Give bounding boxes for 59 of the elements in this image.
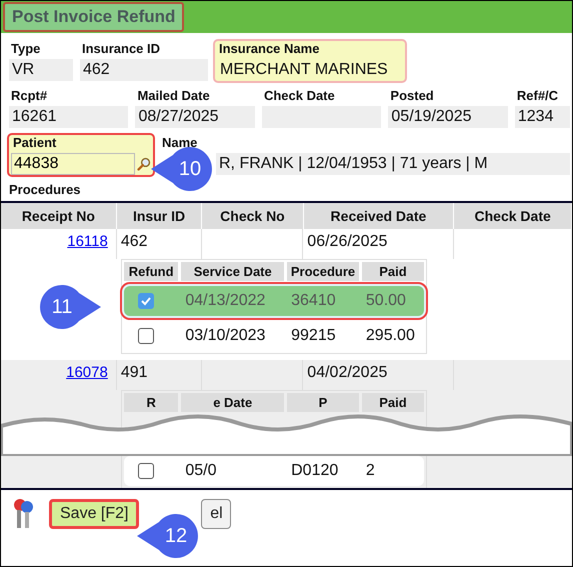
- field-label: Type: [10, 41, 42, 56]
- table-cell-text: 2: [364, 462, 376, 480]
- column-header: Check Date: [454, 203, 572, 229]
- field-value: 1234: [514, 106, 570, 128]
- step-callout: 11: [39, 285, 101, 329]
- table-cell-text: 05/0: [184, 462, 218, 480]
- field-value: 05/19/2025: [388, 106, 508, 128]
- window-title: Post Invoice Refund: [3, 2, 184, 32]
- field-label: Rcpt#: [10, 88, 48, 103]
- field-label: Ref#/C: [516, 88, 560, 103]
- field-label: Insurance Name: [218, 41, 320, 56]
- field-label: Name: [161, 135, 198, 150]
- table-cell: 04/02/2025: [307, 364, 388, 381]
- column-header: Received Date: [304, 203, 454, 229]
- column-header: Service Date: [181, 262, 284, 281]
- column-header: Procedure: [287, 262, 359, 281]
- field-label: Posted: [389, 88, 435, 103]
- table-cell-text: D0120: [290, 462, 340, 480]
- column-header: Refund: [124, 262, 178, 281]
- table-cell-text: 36410: [290, 292, 337, 310]
- table-cell-text: 03/10/2023: [184, 327, 266, 345]
- refund-checkbox[interactable]: [138, 462, 154, 479]
- step-callout: 12: [137, 514, 199, 558]
- table-cell-text: 295.00: [364, 327, 416, 345]
- column-header: Paid: [362, 393, 424, 412]
- refund-checkbox[interactable]: [138, 328, 154, 344]
- table-cell-text: 50.00: [364, 292, 407, 310]
- receipt-link[interactable]: 16078: [66, 364, 108, 381]
- field-value: VR: [9, 59, 73, 81]
- table-cell: 491: [120, 364, 148, 381]
- refund-checkbox[interactable]: [138, 292, 154, 309]
- column-header: Receipt No: [1, 203, 117, 229]
- table-cell: 462: [120, 233, 148, 250]
- patient-field[interactable]: 44838: [11, 153, 135, 175]
- table-cell: 06/26/2025: [307, 233, 388, 250]
- field-label: Patient: [12, 135, 58, 150]
- column-header: Insur ID: [116, 203, 202, 229]
- field-label: Check Date: [262, 88, 336, 103]
- cancel-button[interactable]: el: [201, 499, 232, 529]
- column-header: P: [287, 393, 359, 412]
- field-label: Insurance ID: [81, 41, 162, 56]
- column-header: e Date: [181, 393, 284, 412]
- receipt-link[interactable]: 16118: [67, 233, 108, 250]
- field-value: 08/27/2025: [135, 106, 255, 128]
- field-value: 16261: [9, 106, 128, 128]
- field-label: Mailed Date: [136, 88, 211, 103]
- table-cell-text: 04/13/2022: [184, 292, 266, 310]
- save-button[interactable]: Save [F2]: [49, 499, 140, 529]
- column-header: Check No: [202, 203, 304, 229]
- checkmark-icon: [140, 294, 152, 307]
- field-value: 462: [80, 59, 208, 81]
- field-value: R, FRANK | 12/04/1953 | 71 years | M: [216, 153, 570, 175]
- field-value: MERCHANT MARINES: [219, 60, 389, 80]
- search-icon[interactable]: [137, 155, 151, 173]
- step-callout: 10: [151, 147, 213, 191]
- table-cell-text: 99215: [290, 327, 337, 345]
- column-header: R: [124, 393, 178, 412]
- column-header: Paid: [362, 262, 424, 281]
- section-label: Procedures: [8, 182, 82, 197]
